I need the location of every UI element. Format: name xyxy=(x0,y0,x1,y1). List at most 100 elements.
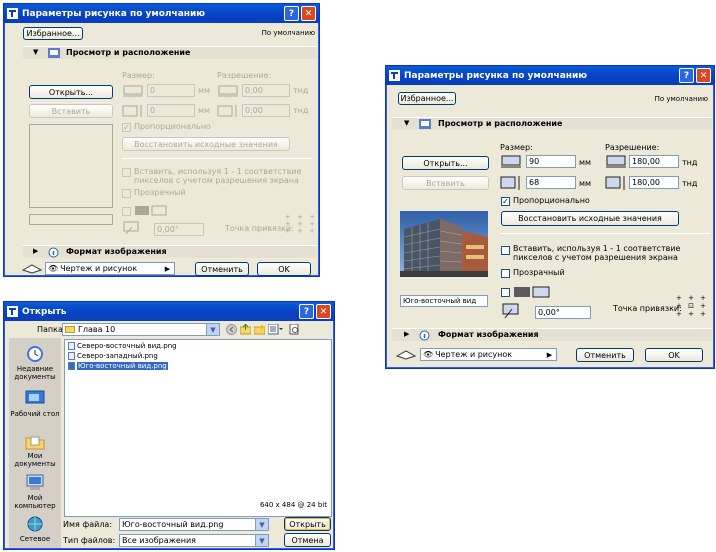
my-computer-icon[interactable] xyxy=(25,474,45,492)
eye-icon: 👁 xyxy=(48,264,59,273)
my-documents-icon[interactable] xyxy=(25,434,45,450)
insert-pixels-checkbox[interactable] xyxy=(122,168,131,177)
anchor-point-grid[interactable]: + + + + ⊡ + + + + xyxy=(676,294,708,318)
back-icon[interactable] xyxy=(226,324,237,335)
restore-defaults-button[interactable]: Восстановить исходные значения xyxy=(122,137,290,151)
insert-button[interactable]: Вставить xyxy=(29,104,113,118)
ok-button[interactable]: OK xyxy=(257,262,311,276)
ok-button[interactable]: OK xyxy=(645,348,703,362)
file-list[interactable]: Северо-восточный вид.png Северо-западный… xyxy=(64,339,332,517)
open-file-button[interactable]: Открыть... xyxy=(402,156,489,170)
filename-value: Юго-восточный вид.png xyxy=(122,520,224,529)
layer-dropdown[interactable]: 👁 Чертеж и рисунок ▶ xyxy=(45,262,175,275)
place-network[interactable]: Сетевое xyxy=(9,535,61,543)
file-item-selected[interactable]: Юго-восточный вид.png xyxy=(68,362,168,370)
angle-field[interactable]: 0,00° xyxy=(535,306,591,319)
places-bar: Недавние документы Рабочий стол Мои доку… xyxy=(9,338,61,548)
help-button[interactable]: ? xyxy=(299,304,314,319)
width-field[interactable]: 90 xyxy=(526,155,576,168)
resolution-height-icon xyxy=(605,176,625,190)
proportional-checkbox[interactable]: ✓ xyxy=(501,197,510,206)
preview-toggle-icon[interactable] xyxy=(289,324,300,335)
mirror-icon xyxy=(135,205,167,216)
place-recent[interactable]: Недавние документы xyxy=(9,365,61,381)
network-icon[interactable] xyxy=(25,516,45,532)
place-desktop[interactable]: Рабочий стол xyxy=(9,410,61,418)
angle-field[interactable]: 0,00° xyxy=(154,223,204,236)
restore-defaults-button[interactable]: Восстановить исходные значения xyxy=(501,211,679,226)
height-field[interactable]: 68 xyxy=(526,176,576,189)
favorites-button[interactable]: Избранное... xyxy=(398,92,456,105)
anchor-label: Точка привязки: xyxy=(225,224,294,233)
width-field[interactable]: 0 xyxy=(147,84,195,97)
anchor-point-grid[interactable]: + + + + + + + + + xyxy=(285,214,317,235)
help-button[interactable]: ? xyxy=(679,68,694,83)
folder-icon xyxy=(65,326,75,333)
transparent-checkbox[interactable] xyxy=(122,189,131,198)
section-header-view[interactable]: ▼ Просмотр и расположение xyxy=(392,117,712,130)
width-unit: мм xyxy=(579,158,592,167)
file-item[interactable]: Северо-восточный вид.png xyxy=(68,342,177,350)
close-button[interactable]: ✕ xyxy=(696,68,711,83)
image-file-icon xyxy=(68,362,75,370)
width-icon xyxy=(123,85,143,97)
open-button[interactable]: Открыть xyxy=(284,517,331,531)
size-label: Размер: xyxy=(500,143,533,152)
desktop-icon[interactable] xyxy=(25,390,45,406)
info-icon xyxy=(48,247,59,258)
filename-input[interactable]: Юго-восточный вид.png ▼ xyxy=(119,518,269,531)
views-menu-icon[interactable] xyxy=(268,324,283,335)
mirror-checkbox[interactable] xyxy=(122,207,131,216)
collapse-triangle-icon[interactable]: ▼ xyxy=(404,119,409,127)
up-folder-icon[interactable] xyxy=(240,324,251,335)
resolution-field-2[interactable]: 0,00 xyxy=(242,104,290,117)
resolution-label: Разрешение: xyxy=(217,71,272,80)
place-my-documents[interactable]: Мои документы xyxy=(9,452,61,468)
resolution-field-1[interactable]: 0,00 xyxy=(242,84,290,97)
expand-triangle-icon[interactable]: ▶ xyxy=(33,247,38,255)
help-button[interactable]: ? xyxy=(284,6,299,21)
file-name: Северо-восточный вид.png xyxy=(77,342,177,350)
close-button[interactable]: ✕ xyxy=(301,6,316,21)
section-title-view: Просмотр и расположение xyxy=(438,119,563,128)
collapse-triangle-icon[interactable]: ▼ xyxy=(33,48,38,56)
proportional-label: Пропорционально xyxy=(513,196,590,205)
folder-dropdown[interactable]: Глава 10 ▼ xyxy=(62,323,220,336)
transparent-label: Прозрачный xyxy=(134,188,186,197)
proportional-checkbox[interactable]: ✓ xyxy=(122,123,131,132)
favorites-button[interactable]: Избранное... xyxy=(23,27,83,40)
place-my-computer[interactable]: Мой компьютер xyxy=(9,494,61,510)
section-header-format[interactable]: ▶ Формат изображения xyxy=(392,328,712,341)
file-item[interactable]: Северо-западный.png xyxy=(68,352,158,360)
cancel-button[interactable]: Отмена xyxy=(284,533,331,547)
section-header-format[interactable]: ▶ Формат изображения xyxy=(23,245,317,258)
preview-name-field[interactable]: Юго-восточный вид xyxy=(400,295,488,307)
title-bar: Открыть ? ✕ xyxy=(4,302,334,321)
resolution-field-2[interactable]: 180,00 xyxy=(629,176,679,189)
insert-button[interactable]: Вставить xyxy=(402,176,489,190)
cancel-button[interactable]: Отменить xyxy=(195,262,249,276)
layer-dropdown[interactable]: 👁 Чертеж и рисунок ▶ xyxy=(420,348,557,361)
filetype-dropdown[interactable]: Все изображения ▼ xyxy=(119,534,269,547)
app-icon xyxy=(389,70,400,81)
expand-triangle-icon[interactable]: ▶ xyxy=(404,330,409,338)
cancel-button[interactable]: Отменить xyxy=(576,348,634,362)
open-file-button[interactable]: Открыть... xyxy=(29,85,113,99)
file-name: Северо-западный.png xyxy=(77,352,158,360)
width-unit: мм xyxy=(198,86,211,95)
file-name: Юго-восточный вид.png xyxy=(77,362,168,370)
recent-documents-icon[interactable] xyxy=(25,344,45,362)
new-folder-icon[interactable] xyxy=(254,324,265,335)
mirror-checkbox[interactable] xyxy=(501,288,510,297)
layout-icon xyxy=(48,48,60,58)
rotation-angle-icon xyxy=(502,303,519,319)
close-button[interactable]: ✕ xyxy=(316,304,331,319)
height-field[interactable]: 0 xyxy=(147,104,195,117)
section-title-format: Формат изображения xyxy=(438,330,539,339)
resolution-field-1[interactable]: 180,00 xyxy=(629,155,679,168)
section-header-view[interactable]: ▼ Просмотр и расположение xyxy=(23,46,317,59)
insert-pixels-checkbox[interactable] xyxy=(501,246,510,255)
name-field[interactable] xyxy=(29,214,113,225)
transparent-checkbox[interactable] xyxy=(501,269,510,278)
preview-box xyxy=(29,124,113,208)
